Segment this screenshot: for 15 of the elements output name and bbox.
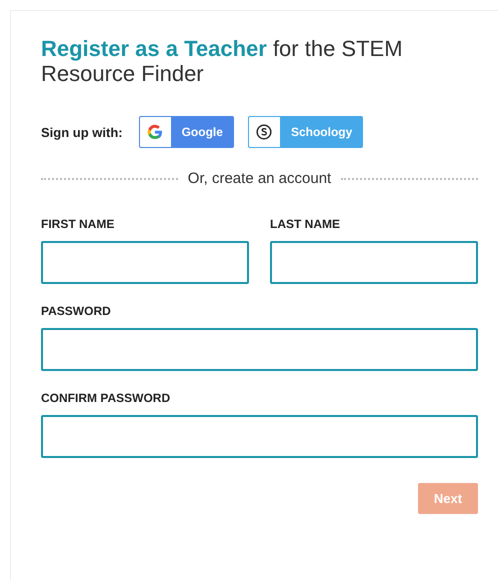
text-field[interactable] (41, 241, 249, 284)
schoology-sign-up-button[interactable]: Schoology (248, 116, 364, 148)
sign-up-label: Sign up with: (41, 124, 123, 140)
google-sign-up-button[interactable]: Google (138, 116, 234, 148)
google-g-icon (147, 124, 164, 140)
field-label: PASSWORD (41, 304, 112, 320)
text-field[interactable] (41, 415, 478, 458)
page-heading: Register as a Teacher for the STEM Resource Finder (41, 36, 404, 86)
text-field[interactable] (41, 328, 478, 371)
field-label: LAST NAME (270, 217, 341, 233)
field-label: FIRST NAME (41, 217, 116, 233)
field-label: CONFIRM PASSWORD (41, 391, 172, 407)
s-circle-icon (256, 124, 272, 140)
divider-text: Or, create an account (188, 170, 332, 187)
text-field[interactable] (270, 241, 478, 284)
